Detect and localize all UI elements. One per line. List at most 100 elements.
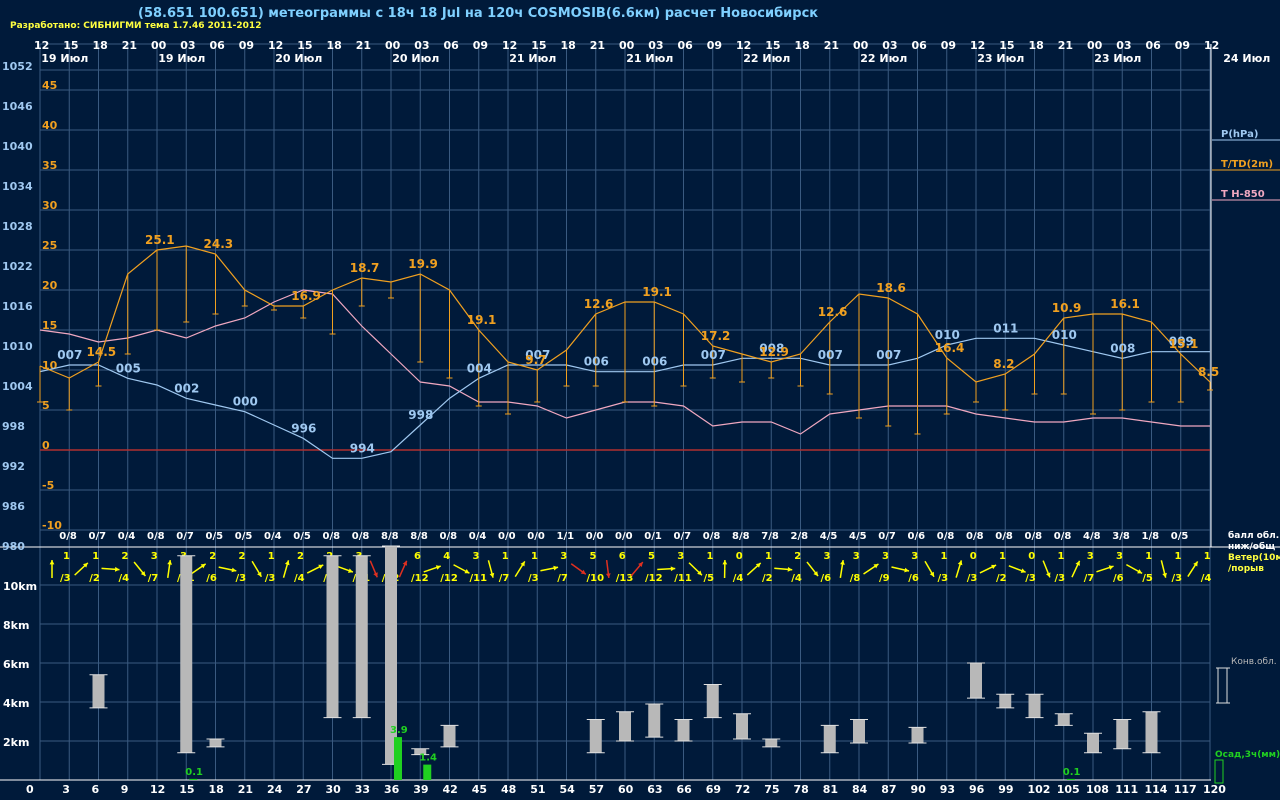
day-label: 21 Июл (626, 52, 673, 65)
bottom-hour-label: 0 (26, 783, 34, 796)
cloud-cover-label: 4/5 (820, 531, 838, 542)
wind-marker: 5/12 (630, 551, 663, 584)
precip-body (1066, 778, 1075, 780)
bottom-hour-label: 66 (677, 783, 693, 796)
wind-speed-label: 3 (151, 551, 158, 562)
wind-speed-label: 3 (882, 551, 889, 562)
bottom-hour-label: 120 (1203, 783, 1226, 796)
wind-speed-label: 1 (765, 551, 772, 562)
temperature-dewpoint-bar (446, 290, 453, 379)
wind-arrowhead-icon (114, 566, 120, 572)
temperature-dewpoint-bar (212, 254, 219, 315)
wind-marker: 3/11 (453, 551, 487, 584)
wind-gust-label: /6 (821, 573, 832, 584)
legend-conv-icon (1216, 667, 1230, 704)
wind-gust-label: /4 (294, 573, 305, 584)
hour-tick-label: 21 (590, 39, 605, 52)
cloud-cover-label: 2/8 (791, 531, 809, 542)
bottom-hour-label: 3 (62, 783, 70, 796)
hour-tick-label: 12 (1204, 39, 1219, 52)
day-label: 22 Июл (860, 52, 907, 65)
wind-marker: 0/4 (722, 551, 743, 584)
legend-pressure: P(hPa) (1221, 129, 1258, 140)
convective-cloud-bar (206, 738, 225, 748)
temperature-value-label: 25.1 (145, 233, 175, 247)
wind-speed-label: 3 (560, 551, 567, 562)
hour-tick-label: 18 (795, 39, 810, 52)
bottom-hour-label: 69 (706, 783, 721, 796)
wind-arrowhead-icon (722, 560, 728, 565)
temperature-tick-label: 30 (42, 199, 58, 212)
conv-cloud-body (92, 674, 105, 708)
bottom-hour-label: 96 (969, 783, 985, 796)
hour-tick-label: 09 (707, 39, 722, 52)
wind-arrowhead-icon (670, 566, 676, 572)
temperature-dewpoint-bar (622, 302, 628, 403)
bottom-hour-label: 48 (501, 783, 516, 796)
temperature-value-label: 18.6 (876, 281, 906, 295)
hour-tick-label: 21 (1058, 39, 1073, 52)
hour-tick-label: 21 (356, 39, 371, 52)
conv-cloud-body (443, 725, 456, 747)
wind-gust-label: /12 (645, 573, 663, 584)
wind-marker: 3/9 (863, 551, 890, 584)
bottom-hour-label: 78 (794, 783, 809, 796)
bottom-hour-label: 81 (823, 783, 838, 796)
cloud-cover-label: 0/8 (59, 531, 77, 542)
wind-marker: 1/5 (1126, 551, 1153, 584)
axis-labels-layer: 12 15 18 21 00 03 06 09 12 15 18 21 00 03 06 09 12 15 18 21… (2, 39, 1270, 796)
temperature-value-label: 24.3 (204, 237, 234, 251)
legend: P(hPa) T/TD(2m) T H-850 балл обл. ниж/об… (1212, 129, 1280, 784)
wind-marker: 3/8 (839, 551, 860, 584)
temperature-value-label: 18.7 (350, 261, 380, 275)
bottom-hour-label: 21 (238, 783, 253, 796)
pressure-value-label: 007 (818, 348, 843, 362)
hour-tick-label: 15 (765, 39, 780, 52)
wind-marker: 0/3 (1008, 551, 1036, 584)
wind-marker: 0/3 (955, 551, 977, 584)
convective-cloud-bar (996, 693, 1015, 709)
hour-tick-label: 12 (34, 39, 49, 52)
legend-wind-2: /порыв (1228, 564, 1264, 574)
wind-marker: 1/3 (514, 551, 539, 584)
wind-speed-label: 1 (1175, 551, 1182, 562)
convective-cloud-bar (967, 662, 985, 699)
conv-cloud-body (853, 719, 865, 743)
wind-speed-label: 1 (92, 551, 99, 562)
precip-body (189, 778, 198, 780)
wind-gust-label: /2 (89, 573, 100, 584)
bottom-hour-label: 99 (998, 783, 1013, 796)
pressure-tick-label: 980 (2, 540, 25, 553)
temperature-dewpoint-bar (358, 278, 365, 307)
bottom-hour-label: 105 (1057, 783, 1080, 796)
day-label: 24 Июл (1223, 52, 1270, 65)
pressure-tick-label: 1028 (2, 220, 33, 233)
cloud-cover-label: 0/5 (235, 531, 253, 542)
hour-tick-label: 12 (736, 39, 751, 52)
convective-cloud-bar (586, 719, 605, 754)
hour-tick-label: 18 (1029, 39, 1044, 52)
pressure-value-label: 007 (701, 348, 726, 362)
wind-marker: 3/7 (1071, 551, 1094, 584)
convective-cloud-bar (733, 713, 751, 740)
cloud-cover-label: 0/7 (89, 531, 107, 542)
conv-cloud-body (765, 739, 778, 747)
cloud-cover-label: 1/1 (557, 531, 575, 542)
wind-marker: 3/6 (891, 551, 919, 584)
temperature-value-label: 12.6 (818, 305, 848, 319)
wind-gust-label: /5 (704, 573, 715, 584)
wind-marker: 6/13 (605, 551, 633, 584)
wind-speed-label: 5 (590, 551, 597, 562)
hour-tick-label: 00 (1087, 39, 1103, 52)
wind-gust-label: /6 (206, 573, 217, 584)
convective-cloud-bar (762, 738, 781, 748)
hour-tick-label: 06 (1146, 39, 1162, 52)
wind-speed-label: 1 (63, 551, 70, 562)
bottom-hour-label: 111 (1115, 783, 1138, 796)
wind-gust-label: /12 (411, 573, 429, 584)
wind-marker: 5/10 (570, 551, 604, 584)
cloud-cover-label: 4/8 (1083, 531, 1101, 542)
conv-cloud-body (1028, 694, 1041, 718)
bottom-hour-label: 63 (647, 783, 662, 796)
cloud-cover-label: 0/8 (440, 531, 458, 542)
